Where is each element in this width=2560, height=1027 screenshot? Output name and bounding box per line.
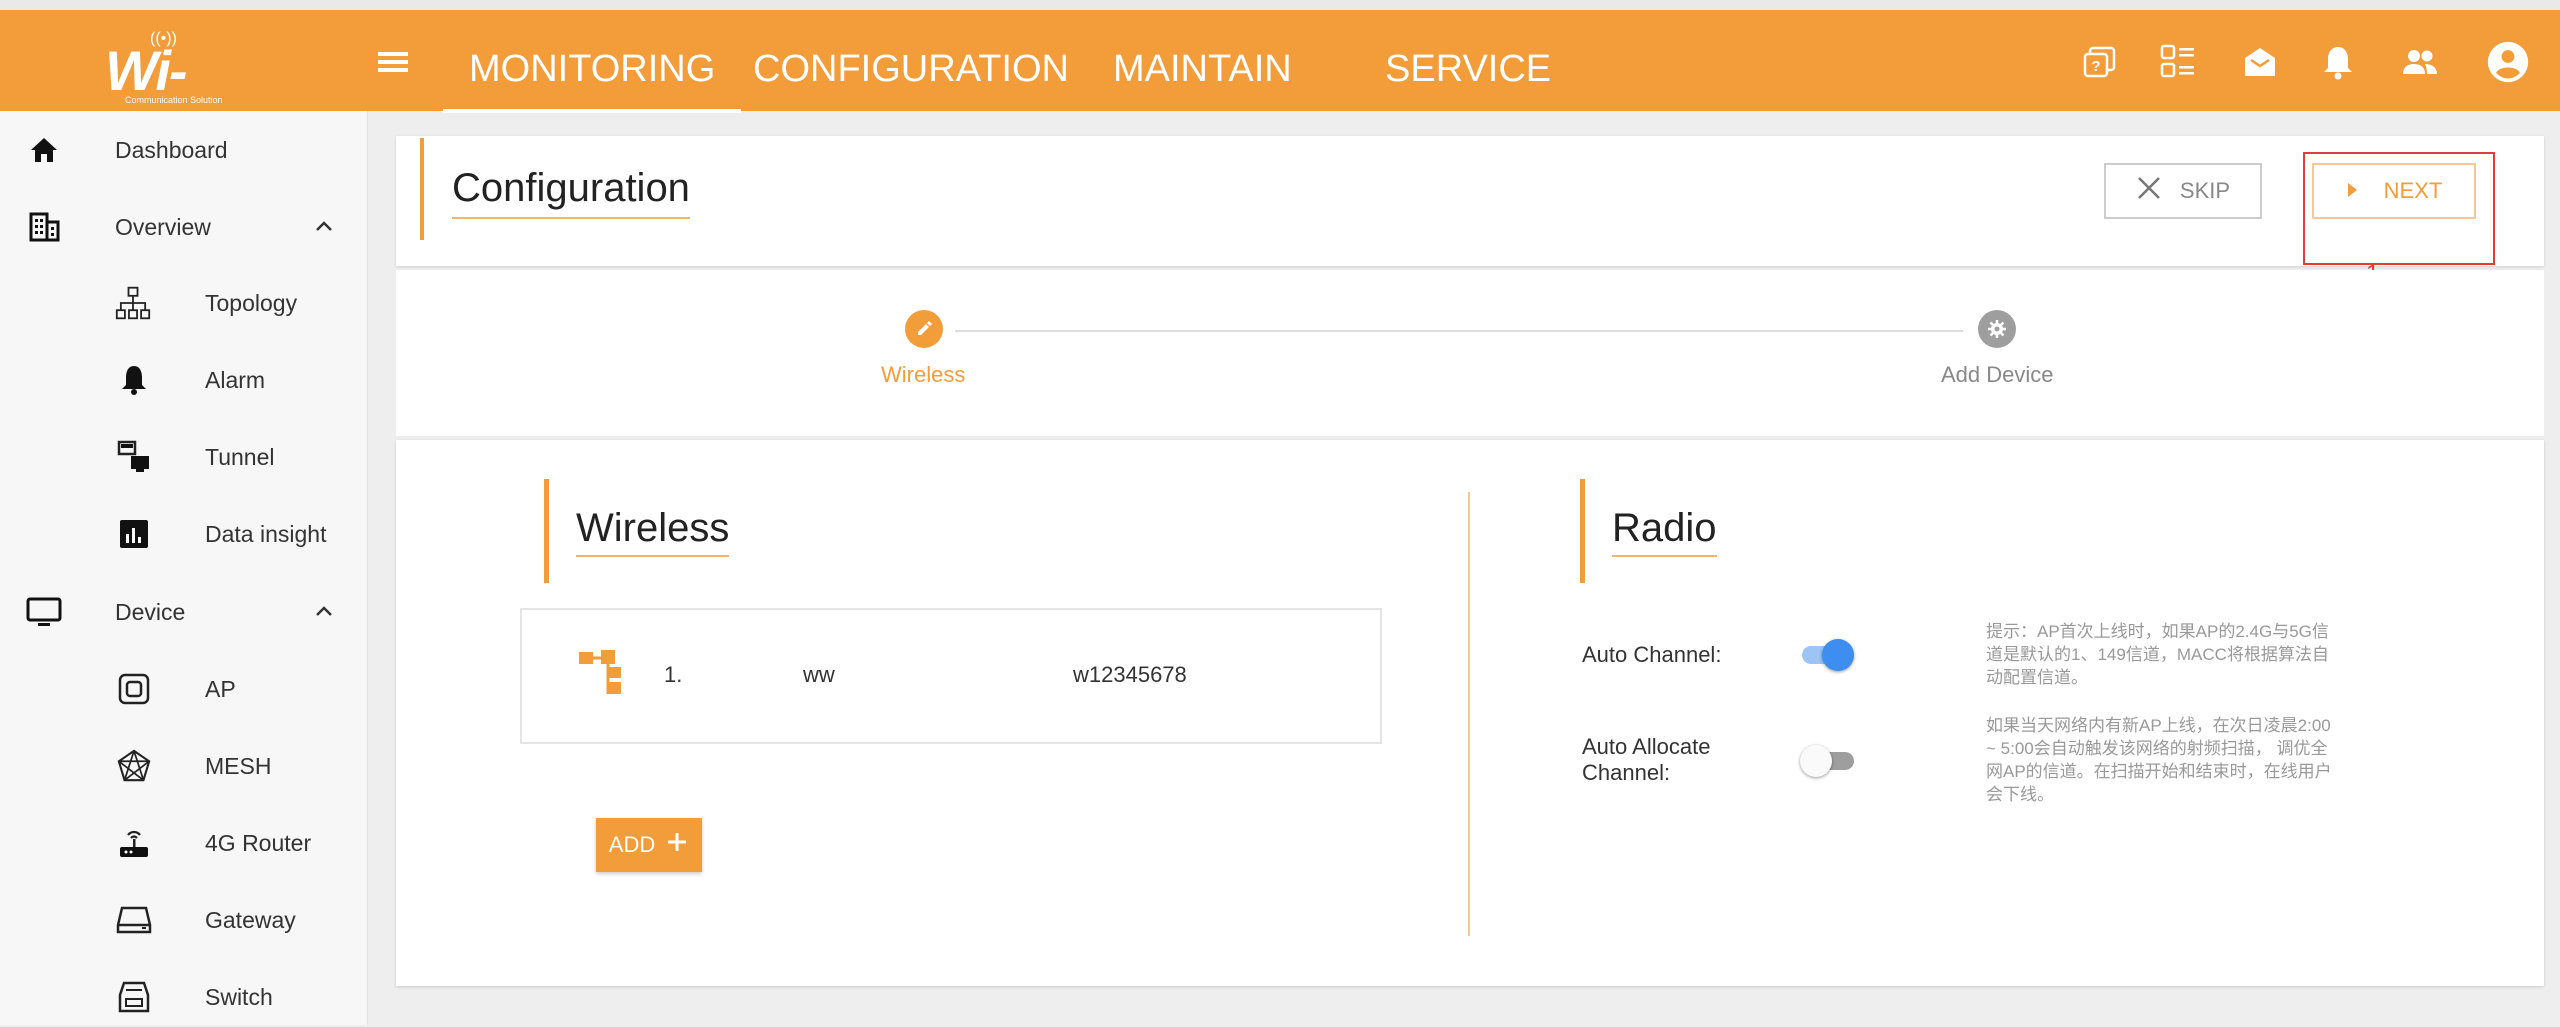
wlan-ssid: ww: [803, 662, 835, 687]
tab-service[interactable]: SERVICE: [1385, 48, 1551, 91]
auto-allocate-channel-toggle[interactable]: [1800, 742, 1856, 778]
wlan-entry-row[interactable]: 1. ww w12345678: [520, 608, 1382, 744]
sidebar-item-data-insight[interactable]: Data insight: [0, 504, 368, 564]
sidebar-item-device[interactable]: Device: [0, 582, 368, 642]
sidebar-item-topology[interactable]: Topology: [0, 273, 368, 333]
window-top-strip: [0, 0, 2560, 10]
menu-toggle-icon[interactable]: [378, 48, 414, 78]
page-title: Configuration: [452, 166, 690, 219]
users-icon[interactable]: [2398, 40, 2442, 84]
topology-icon: [115, 285, 151, 321]
sidebar-item-label: Data insight: [205, 520, 327, 547]
wlan-password: w12345678: [1073, 662, 1187, 687]
checklist-icon[interactable]: [2156, 40, 2200, 84]
sidebar-item-label: Tunnel: [205, 443, 275, 470]
home-icon: [26, 132, 62, 168]
sidebar-item-label: MESH: [205, 752, 272, 779]
sidebar-item-switch[interactable]: Switch: [0, 967, 368, 1027]
network-tree-icon: [577, 648, 627, 701]
sidebar-item-alarm[interactable]: Alarm: [0, 350, 368, 410]
sidebar-item-4g-router[interactable]: 4G Router: [0, 813, 368, 873]
brand-logo[interactable]: ((•)) Wi-Tek Communication Solution: [105, 30, 265, 167]
step-label-add-device[interactable]: Add Device: [1941, 362, 2054, 388]
plus-icon: [665, 830, 689, 860]
sidebar-item-label: 4G Router: [205, 829, 312, 856]
sidebar: Dashboard Overview Topology Alarm Tunnel…: [0, 111, 368, 1025]
bell-icon: [116, 362, 152, 398]
auto-allocate-channel-label: Auto Allocate Channel:: [1582, 734, 1711, 785]
router-icon: [116, 825, 152, 861]
sidebar-item-mesh[interactable]: MESH: [0, 736, 368, 796]
step-label-wireless[interactable]: Wireless: [881, 362, 965, 388]
auto-channel-label: Auto Channel:: [1582, 642, 1722, 667]
step-add-device-gear-icon[interactable]: [1978, 310, 2016, 348]
help-chat-icon[interactable]: ?: [2078, 40, 2122, 84]
sidebar-item-gateway[interactable]: Gateway: [0, 890, 368, 950]
svg-text:?: ?: [2091, 58, 2100, 75]
sidebar-item-label: Alarm: [205, 366, 266, 393]
sidebar-item-label: Gateway: [205, 906, 296, 933]
auto-channel-toggle[interactable]: [1800, 636, 1856, 672]
radio-accent-bar: [1580, 479, 1585, 583]
add-label: ADD: [608, 832, 656, 857]
building-icon: [26, 209, 62, 245]
sidebar-item-label: Overview: [115, 213, 211, 240]
stepper-card: [396, 270, 2544, 438]
tunnel-icon: [116, 439, 152, 475]
step-wireless-pencil-icon[interactable]: [905, 310, 943, 348]
mesh-icon: [116, 748, 152, 784]
tab-configuration[interactable]: CONFIGURATION: [753, 48, 1069, 91]
sidebar-item-label: Switch: [205, 983, 273, 1010]
account-icon[interactable]: [2486, 40, 2530, 84]
sidebar-item-label: Device: [115, 598, 186, 625]
close-icon: [2136, 175, 2162, 207]
top-navigation-bar: ((•)) Wi-Tek Communication Solution MONI…: [0, 10, 2560, 167]
switch-icon: [116, 979, 152, 1015]
sidebar-item-label: Dashboard: [115, 136, 228, 163]
skip-label: SKIP: [2179, 178, 2231, 203]
gateway-icon: [116, 902, 152, 938]
sidebar-item-dashboard[interactable]: Dashboard: [0, 120, 368, 180]
bar-chart-icon: [116, 516, 152, 552]
notifications-bell-icon[interactable]: [2316, 40, 2360, 84]
sidebar-item-tunnel[interactable]: Tunnel: [0, 427, 368, 487]
header-accent-bar: [420, 138, 424, 240]
sidebar-item-ap[interactable]: AP: [0, 659, 368, 719]
access-point-icon: [116, 671, 152, 707]
annotation-highlight-box: [2303, 152, 2495, 265]
tab-monitoring[interactable]: MONITORING: [443, 48, 742, 113]
auto-allocate-hint: 如果当天网络内有新AP上线，在次日凌晨2:00 ~ 5:00会自动触发该网络的射…: [1986, 716, 2332, 804]
chevron-up-icon[interactable]: [312, 215, 336, 239]
wlan-index: 1.: [664, 662, 683, 687]
section-divider: [1468, 492, 1470, 936]
radio-section-title: Radio: [1612, 506, 1717, 557]
monitor-icon: [26, 594, 62, 630]
chevron-up-icon[interactable]: [312, 600, 336, 624]
tab-maintain[interactable]: MAINTAIN: [1113, 48, 1292, 91]
sidebar-item-label: AP: [205, 675, 236, 702]
inbox-icon[interactable]: [2238, 40, 2282, 84]
sidebar-item-overview[interactable]: Overview: [0, 197, 368, 257]
wireless-accent-bar: [544, 479, 549, 583]
auto-channel-hint: 提示：AP首次上线时，如果AP的2.4G与5G信 道是默认的1、149信道，MA…: [1986, 622, 2329, 687]
wireless-section-title: Wireless: [576, 506, 730, 557]
add-wlan-button[interactable]: ADD: [596, 818, 702, 872]
sidebar-item-label: Topology: [205, 289, 298, 316]
skip-button[interactable]: SKIP: [2104, 163, 2262, 219]
stepper-connector-line: [955, 330, 1963, 332]
logo-subtitle: Communication Solution: [125, 95, 223, 105]
